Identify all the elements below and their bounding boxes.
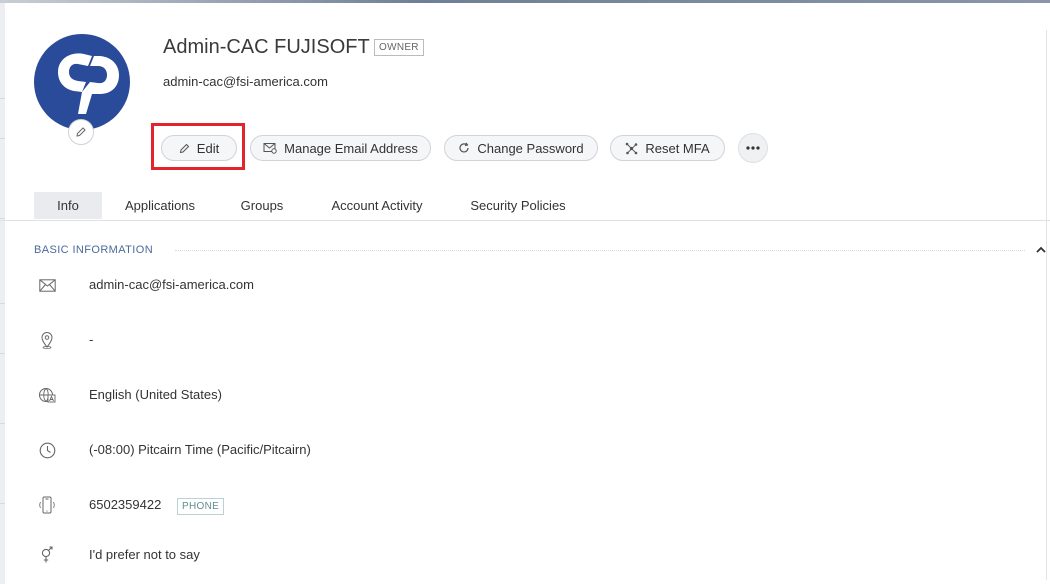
change-password-button[interactable]: Change Password [444, 135, 598, 161]
tab-groups[interactable]: Groups [233, 192, 291, 219]
more-dots-icon [746, 146, 760, 150]
section-divider [175, 250, 1025, 251]
edit-button[interactable]: Edit [161, 135, 237, 161]
profile-tabs: Info Applications Groups Account Activit… [0, 190, 1050, 221]
location-pin-icon [38, 331, 56, 349]
reset-mfa-label: Reset MFA [645, 140, 710, 156]
info-email-value: admin-cac@fsi-america.com [89, 277, 254, 292]
tab-info[interactable]: Info [34, 192, 102, 219]
info-timezone-value: (-08:00) Pitcairn Time (Pacific/Pitcairn… [89, 442, 311, 457]
profile-name: Admin-CAC FUJISOFT [163, 36, 370, 58]
avatar-edit-button[interactable] [68, 119, 94, 145]
reset-mfa-button[interactable]: Reset MFA [610, 135, 725, 161]
section-heading-basic-information: BASIC INFORMATION [34, 244, 154, 256]
pencil-icon [76, 127, 86, 137]
scrollbar-edge [1046, 30, 1050, 580]
window-top-border [0, 0, 1050, 3]
tab-account-activity[interactable]: Account Activity [320, 192, 434, 219]
info-gender-value: I'd prefer not to say [89, 547, 200, 562]
collapse-section-button[interactable] [1033, 243, 1049, 257]
info-language-value: English (United States) [89, 387, 222, 402]
tab-security-policies[interactable]: Security Policies [462, 192, 574, 219]
edit-label: Edit [196, 140, 220, 156]
more-actions-button[interactable] [738, 133, 768, 163]
manage-email-label: Manage Email Address [284, 140, 418, 156]
company-logo-icon [58, 53, 119, 114]
phone-type-badge: PHONE [177, 498, 225, 515]
mobile-phone-icon [38, 496, 56, 514]
avatar [34, 34, 130, 130]
profile-email: admin-cac@fsi-america.com [163, 74, 328, 89]
change-password-label: Change Password [477, 140, 584, 156]
pencil-icon [179, 143, 190, 153]
tab-applications[interactable]: Applications [116, 192, 204, 219]
chevron-up-icon [1036, 246, 1046, 253]
language-globe-icon [38, 386, 56, 404]
mail-icon [38, 276, 56, 294]
info-location-value: - [89, 332, 94, 347]
gender-icon [38, 546, 56, 564]
owner-badge: OWNER [374, 39, 424, 56]
left-nav-edge [0, 3, 5, 584]
clock-icon [38, 441, 56, 459]
mfa-network-icon [626, 142, 638, 154]
info-phone-value: 6502359422 [89, 497, 162, 512]
manage-email-button[interactable]: Manage Email Address [250, 135, 431, 161]
refresh-icon [459, 142, 469, 153]
email-settings-icon [263, 143, 277, 154]
